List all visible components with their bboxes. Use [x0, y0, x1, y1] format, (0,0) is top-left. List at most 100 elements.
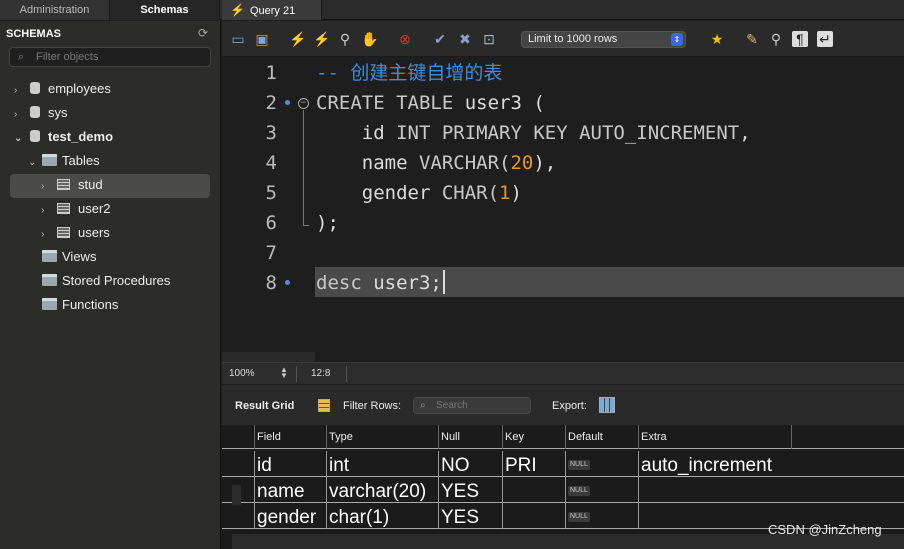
folder-icon — [42, 298, 57, 310]
chevron-right-icon[interactable]: › — [41, 201, 53, 221]
cell-key[interactable] — [502, 503, 565, 529]
table-icon — [57, 227, 70, 238]
line-number: 8 — [265, 272, 277, 294]
cell-extra[interactable]: auto_increment — [638, 451, 791, 477]
add-snippet-icon[interactable]: ★ — [709, 31, 725, 47]
explain-icon[interactable]: ⚲ — [337, 31, 353, 47]
null-badge: NULL — [568, 486, 590, 496]
table-icon — [57, 203, 70, 214]
tree-tables[interactable]: ⌄ Tables — [28, 151, 100, 171]
column-header[interactable]: Key — [502, 425, 565, 449]
line-number: 4 — [265, 152, 277, 174]
line-number: 5 — [265, 182, 277, 204]
select-stepper-icon: ⇕ — [671, 33, 683, 46]
query-toolbar: ▭ ▣ ⚡ ⚡ ⚲ ✋ ⊗ ✔ ✖ ⊡ Limit to 1000 rows ⇕… — [222, 21, 904, 57]
zoom-stepper[interactable]: ▲ ▼ — [280, 366, 288, 380]
commit-icon[interactable]: ✔ — [432, 31, 448, 47]
invisible-chars-icon[interactable]: ¶ — [792, 31, 808, 47]
filter-placeholder: Filter objects — [36, 51, 99, 63]
column-header[interactable]: Null — [438, 425, 502, 449]
code-line-3: id INT PRIMARY KEY AUTO_INCREMENT, — [316, 122, 751, 144]
editor-gutter-bottom — [222, 352, 315, 362]
save-icon[interactable]: ▣ — [254, 31, 270, 47]
database-icon — [30, 82, 40, 94]
grid-icon[interactable] — [318, 399, 330, 412]
column-header-empty — [791, 425, 904, 449]
schemas-sidebar: SCHEMAS ⟳ ⌕ Filter objects › employees › s… — [0, 21, 221, 549]
refresh-icon[interactable]: ⟳ — [198, 26, 208, 40]
sql-editor[interactable]: 1 2 3 4 5 6 7 8 − -- 创建主键自增的表 CREATE TAB… — [222, 58, 904, 362]
cell-null[interactable]: NO — [438, 451, 502, 477]
tab-query[interactable]: ⚡ Query 21 — [222, 0, 322, 20]
tree-stored-procedures[interactable]: Stored Procedures — [40, 271, 170, 291]
toggle-error-icon[interactable]: ⊗ — [397, 31, 413, 47]
column-header[interactable]: Extra — [638, 425, 791, 449]
chevron-down-icon[interactable]: ⌄ — [28, 153, 40, 173]
rollback-icon[interactable]: ✖ — [457, 31, 473, 47]
cell-key[interactable] — [502, 477, 565, 503]
code-line-2: CREATE TABLE user3 ( — [316, 92, 545, 114]
autocommit-icon[interactable]: ⊡ — [481, 31, 497, 47]
export-icon[interactable] — [599, 397, 615, 413]
top-tab-bar: Administration Schemas ⚡ Query 21 — [0, 0, 904, 20]
execute-current-icon[interactable]: ⚡ — [313, 31, 330, 47]
wrap-lines-icon[interactable]: ↵ — [817, 31, 833, 47]
cell-default[interactable]: NULL — [565, 451, 638, 477]
cell-field[interactable]: name — [254, 477, 326, 503]
filter-rows-input[interactable]: ⌕ Search — [413, 397, 531, 414]
find-icon[interactable]: ⚲ — [768, 31, 784, 47]
cell-type[interactable]: int — [326, 451, 438, 477]
cell-key[interactable]: PRI — [502, 451, 565, 477]
filter-rows-label: Filter Rows: — [343, 400, 402, 412]
stop-icon[interactable]: ✋ — [361, 31, 378, 47]
tree-functions[interactable]: Functions — [40, 295, 118, 315]
column-header[interactable]: Default — [565, 425, 638, 449]
line-number: 7 — [265, 242, 277, 264]
cell-field[interactable]: gender — [254, 503, 326, 529]
column-header[interactable]: Type — [326, 425, 438, 449]
fold-toggle-icon[interactable]: − — [298, 98, 309, 109]
chevron-right-icon[interactable]: › — [14, 105, 26, 125]
cell-default[interactable]: NULL — [565, 477, 638, 503]
table-row[interactable]: name varchar(20) YES NULL — [222, 477, 904, 503]
table-stud[interactable]: › stud — [41, 175, 103, 195]
limit-rows-select[interactable]: Limit to 1000 rows ⇕ — [521, 31, 686, 48]
schema-employees[interactable]: › employees — [14, 79, 111, 99]
tab-administration[interactable]: Administration — [0, 0, 110, 20]
tab-schemas[interactable]: Schemas — [110, 0, 220, 20]
chevron-right-icon[interactable]: › — [41, 225, 53, 245]
cell-type[interactable]: char(1) — [326, 503, 438, 529]
column-header[interactable]: Field — [254, 425, 326, 449]
cell-type[interactable]: varchar(20) — [326, 477, 438, 503]
line-number: 1 — [265, 62, 277, 84]
statement-marker-icon — [285, 100, 290, 105]
folder-icon — [42, 250, 57, 262]
table-users[interactable]: › users — [41, 223, 110, 243]
cell-null[interactable]: YES — [438, 477, 502, 503]
result-toolbar: Result Grid Filter Rows: ⌕ Search Export… — [222, 385, 904, 425]
table-user2[interactable]: › user2 — [41, 199, 111, 219]
tree-views[interactable]: Views — [40, 247, 96, 267]
result-grid-label[interactable]: Result Grid — [235, 400, 294, 412]
database-icon — [30, 130, 40, 142]
chevron-right-icon[interactable]: › — [14, 81, 26, 101]
open-folder-icon[interactable]: ▭ — [230, 31, 246, 47]
chevron-right-icon[interactable]: › — [41, 177, 53, 197]
filter-objects-input[interactable]: ⌕ Filter objects — [9, 47, 211, 67]
execute-icon[interactable]: ⚡ — [289, 31, 306, 47]
watermark: CSDN @JinZcheng — [768, 522, 882, 537]
row-selector[interactable] — [232, 485, 241, 505]
editor-status-bar: 100% ▲ ▼ 12:8 — [222, 362, 904, 384]
cell-default[interactable]: NULL — [565, 503, 638, 529]
cell-field[interactable]: id — [254, 451, 326, 477]
cell-null[interactable]: YES — [438, 503, 502, 529]
schema-test-demo[interactable]: ⌄ test_demo — [14, 127, 113, 147]
sidebar-title: SCHEMAS — [6, 28, 62, 40]
chevron-down-icon[interactable]: ⌄ — [14, 129, 26, 149]
beautify-icon[interactable]: ✎ — [744, 31, 760, 47]
table-row[interactable]: id int NO PRI NULL auto_increment — [222, 451, 904, 477]
schema-sys[interactable]: › sys — [14, 103, 68, 123]
cell-extra[interactable] — [638, 477, 791, 503]
code-line-6: ); — [316, 212, 339, 234]
text-cursor — [442, 270, 445, 294]
